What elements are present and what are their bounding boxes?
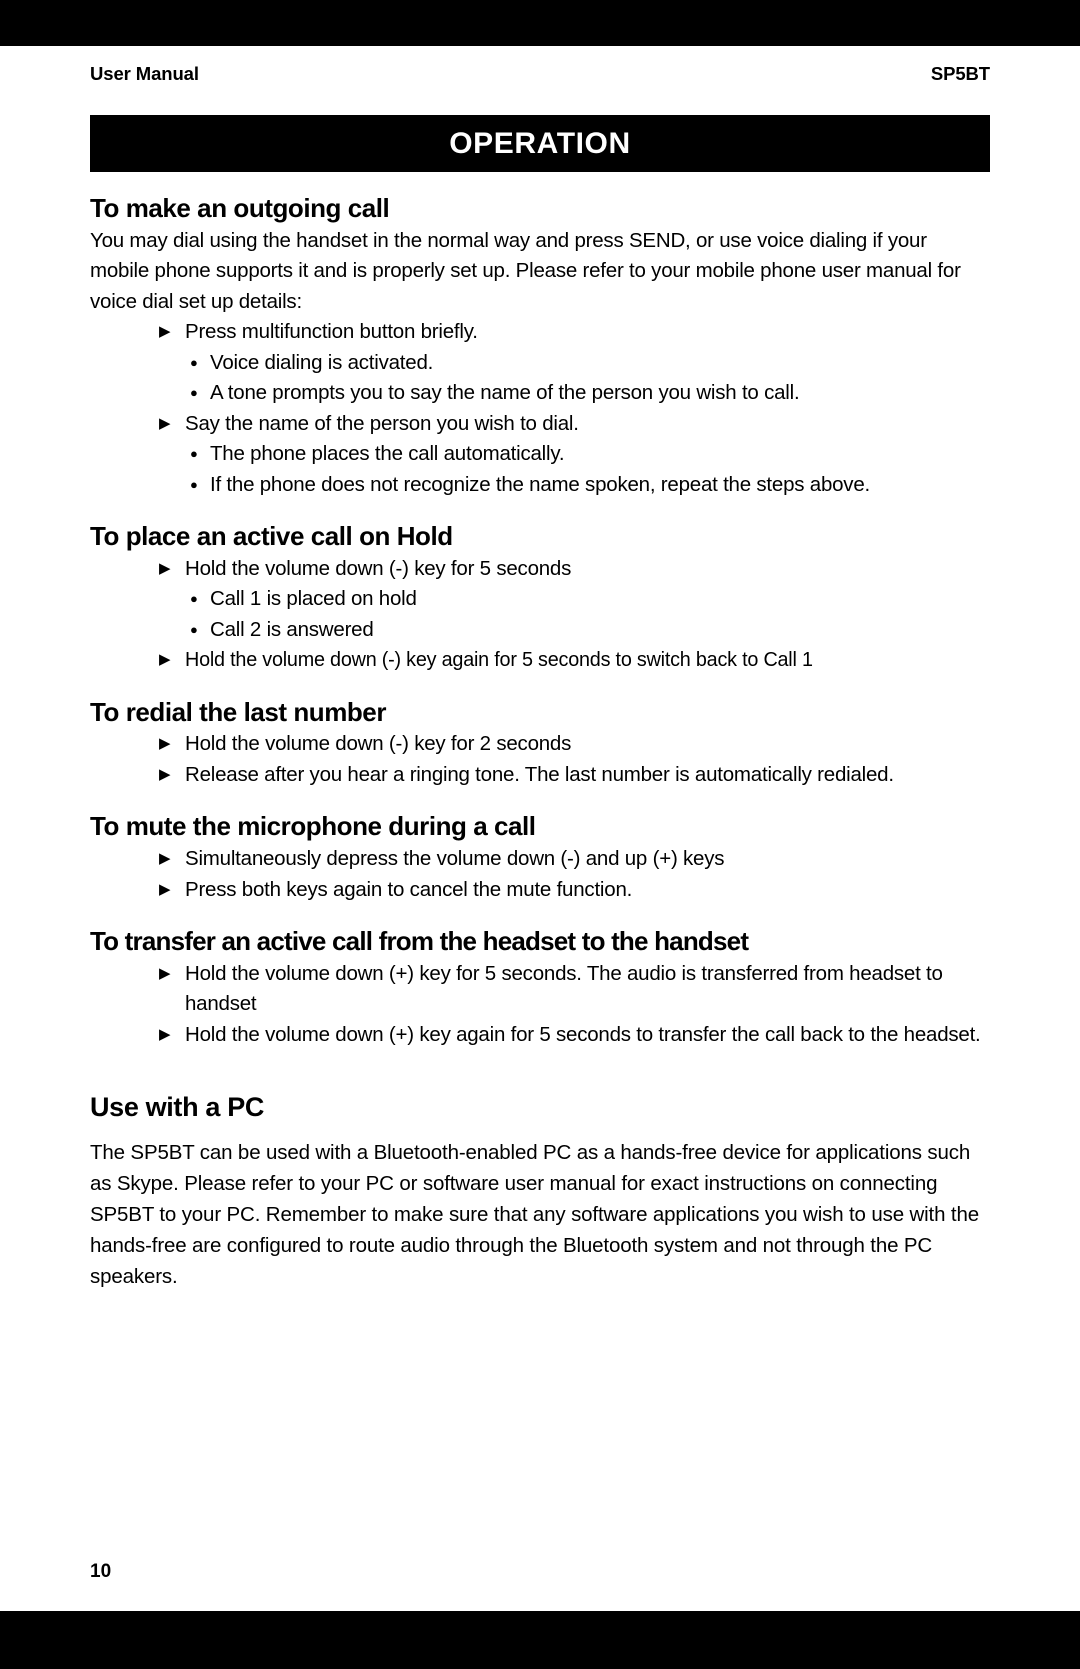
page-content-area: User Manual SP5BT OPERATION To make an o… [0,46,1080,1611]
triangle-bullet-icon: ▶ [159,880,171,898]
outgoing-call-step-list-1: ▶ Press multifunction button briefly. [90,317,990,348]
list-item: ● The phone places the call automaticall… [90,439,990,470]
triangle-bullet-icon: ▶ [159,559,171,577]
triangle-bullet-icon: ▶ [159,964,171,982]
use-with-pc-paragraph: The SP5BT can be used with a Bluetooth-e… [90,1140,979,1288]
list-item: ● Call 1 is placed on hold [90,584,990,615]
triangle-bullet-icon: ▶ [159,850,171,867]
round-bullet-icon: ● [190,446,198,462]
list-item-label: Press multifunction button briefly. [185,320,478,344]
round-bullet-icon: ● [190,591,198,607]
triangle-bullet-icon: ▶ [159,323,171,341]
list-item: ▶ Say the name of the person you wish to… [90,409,990,440]
running-head-left: User Manual [90,63,199,84]
section-heading-use-with-pc: Use with a PC [90,1092,264,1123]
list-item-label: A tone prompts you to say the name of th… [210,381,800,405]
triangle-bullet-icon: ▶ [159,735,171,753]
outgoing-call-intro: You may dial using the handset in the no… [90,228,961,313]
redial-step-list: ▶ Hold the volume down (-) key for 2 sec… [90,729,990,790]
hold-step-list-1: ▶ Hold the volume down (-) key for 5 sec… [90,554,990,585]
list-item: ● Voice dialing is activated. [90,348,990,379]
hold-substep-list: ● Call 1 is placed on hold ● Call 2 is a… [90,584,990,645]
list-item: ▶ Hold the volume down (+) key for 5 sec… [90,959,990,1020]
top-bleed-bar [0,0,1080,46]
section-heading-transfer: To transfer an active call from the head… [90,926,749,956]
list-item-label: If the phone does not recognize the name… [210,472,870,496]
list-item-label: Hold the volume down (-) key again for 5… [185,648,813,672]
triangle-bullet-icon: ▶ [159,765,171,783]
list-item: ▶ Press both keys again to cancel the mu… [90,875,990,906]
list-item-label: Say the name of the person you wish to d… [185,411,579,435]
outgoing-call-substep-list-1: ● Voice dialing is activated. ● A tone p… [90,348,990,409]
chapter-banner: OPERATION [90,115,990,172]
transfer-step-list: ▶ Hold the volume down (+) key for 5 sec… [90,959,990,1051]
list-item: ▶ Simultaneously depress the volume down… [90,844,990,875]
round-bullet-icon: ● [190,354,198,370]
triangle-bullet-icon: ▶ [159,1025,171,1043]
triangle-bullet-icon: ▶ [159,651,171,669]
mute-step-list: ▶ Simultaneously depress the volume down… [90,844,990,905]
list-item-label: Press both keys again to cancel the mute… [185,877,633,901]
bottom-bleed-bar [0,1611,1080,1669]
list-item: ▶ Hold the volume down (+) key again for… [90,1020,990,1051]
list-item: ▶ Release after you hear a ringing tone.… [90,760,990,791]
triangle-bullet-icon: ▶ [159,414,171,432]
list-item-label: Hold the volume down (+) key again for 5… [185,1022,981,1046]
list-item: ▶ Press multifunction button briefly. [90,317,990,348]
outgoing-call-step-list-2: ▶ Say the name of the person you wish to… [90,409,990,440]
list-item-label: Call 1 is placed on hold [210,587,417,611]
list-item: ▶ Hold the volume down (-) key for 2 sec… [90,729,990,760]
list-item-label: The phone places the call automatically. [210,442,565,466]
list-item: ● A tone prompts you to say the name of … [90,378,990,409]
section-heading-outgoing-call: To make an outgoing call [90,193,390,223]
list-item-label: Voice dialing is activated. [210,350,434,374]
chapter-banner-title: OPERATION [449,126,631,160]
page-number: 10 [90,1561,112,1582]
list-item: ▶ Hold the volume down (-) key again for… [90,645,990,676]
section-heading-redial: To redial the last number [90,696,386,727]
manual-page: User Manual SP5BT OPERATION To make an o… [0,0,1080,1669]
list-item-label: Simultaneously depress the volume down (… [185,847,725,870]
list-item-label: Hold the volume down (+) key for 5 secon… [185,961,943,1016]
outgoing-call-substep-list-2: ● The phone places the call automaticall… [90,439,990,500]
section-heading-mute: To mute the microphone during a call [90,811,536,842]
running-head-right: SP5BT [930,63,990,84]
round-bullet-icon: ● [190,476,198,492]
list-item-label: Release after you hear a ringing tone. T… [185,762,894,786]
list-item: ● Call 2 is answered [90,615,990,646]
list-item: ▶ Hold the volume down (-) key for 5 sec… [90,554,990,585]
round-bullet-icon: ● [190,621,198,637]
round-bullet-icon: ● [190,385,198,401]
list-item-label: Call 2 is answered [210,617,374,641]
list-item: ● If the phone does not recognize the na… [90,470,990,501]
list-item-label: Hold the volume down (-) key for 2 secon… [185,732,572,756]
section-heading-hold: To place an active call on Hold [90,521,453,552]
running-head: User Manual SP5BT [90,46,990,85]
hold-step-list-2: ▶ Hold the volume down (-) key again for… [90,645,990,676]
list-item-label: Hold the volume down (-) key for 5 secon… [185,556,572,580]
